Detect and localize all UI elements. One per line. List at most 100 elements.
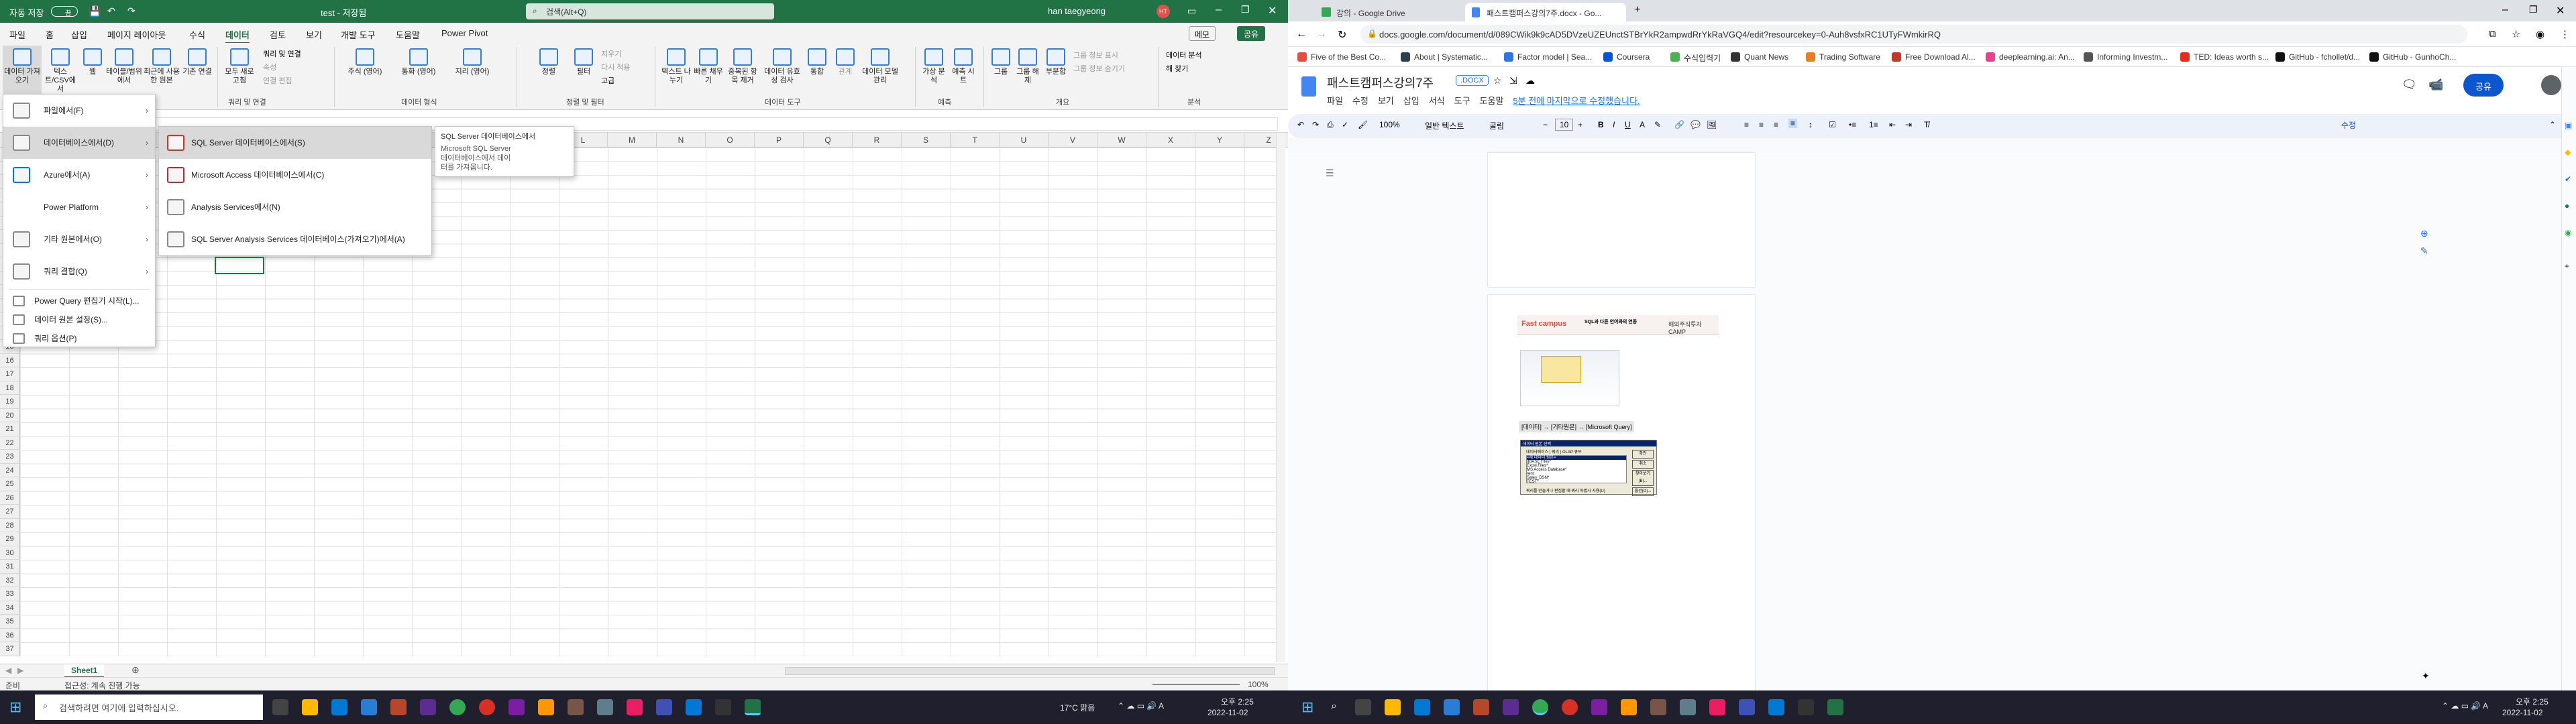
menu-insert[interactable]: 삽입 — [1403, 94, 1419, 107]
bookmark-item[interactable]: TED: Ideas worth s... — [2180, 52, 2269, 62]
terminal-icon[interactable] — [715, 699, 731, 715]
sheet-tab-sheet1[interactable]: Sheet1 — [64, 664, 105, 678]
get-addons-icon[interactable]: + — [2565, 261, 2569, 271]
menu-help[interactable]: 도움말 — [1480, 94, 1504, 107]
numbered-list-icon[interactable]: 1≡ — [1869, 120, 1878, 129]
paint-format-icon[interactable]: 🖌 — [1358, 120, 1368, 129]
powerpoint-icon[interactable] — [390, 699, 407, 715]
maps-icon[interactable]: ◉ — [2565, 228, 2571, 237]
notes-icon[interactable] — [538, 699, 554, 715]
menu-view[interactable]: 보기 — [1378, 94, 1394, 107]
undo-icon[interactable]: ↶ — [107, 5, 115, 17]
horizontal-scrollbar[interactable] — [785, 667, 1275, 675]
row-header[interactable]: 17 — [0, 367, 20, 381]
explore-icon[interactable]: ✦ — [2422, 670, 2430, 682]
link-icon[interactable]: 🔗 — [1674, 120, 1684, 129]
clock-date[interactable]: 2022-11-02 — [2502, 708, 2543, 717]
image-icon[interactable]: 🖼 — [1707, 120, 1717, 129]
what-if-button[interactable]: 가상 분석 — [920, 48, 947, 85]
tab-view[interactable]: 보기 — [306, 28, 322, 41]
indent-increase-icon[interactable]: ⇥ — [1905, 120, 1912, 129]
properties-button[interactable]: 속성 — [263, 62, 276, 72]
weather[interactable]: 17°C 맑음 — [1060, 702, 1095, 713]
row-header[interactable]: 16 — [0, 353, 20, 367]
column-header[interactable]: T — [951, 133, 1000, 147]
from-web-button[interactable]: 웹 — [80, 48, 105, 76]
file-explorer-icon[interactable] — [302, 699, 318, 715]
tray-icons[interactable]: ⌃ ☁ ▭ 🔊 A — [2442, 701, 2488, 711]
column-header[interactable]: P — [755, 133, 804, 147]
app-icon[interactable] — [568, 699, 584, 715]
task-view-icon[interactable] — [272, 699, 288, 715]
align-right-icon[interactable]: ≡ — [1774, 120, 1778, 129]
checklist-icon[interactable]: ☑ — [1829, 120, 1836, 129]
column-header[interactable]: Q — [804, 133, 853, 147]
text-to-columns-button[interactable]: 텍스트 나누기 — [661, 48, 691, 85]
row-header[interactable]: 30 — [0, 546, 20, 560]
clock-time[interactable]: 오후 2:25 — [2516, 696, 2548, 707]
forecast-sheet-button[interactable]: 예측 시트 — [950, 48, 977, 85]
consolidate-button[interactable]: 통합 — [804, 48, 830, 76]
row-header[interactable]: 19 — [0, 395, 20, 409]
contacts-icon[interactable]: ● — [2565, 201, 2569, 210]
align-justify-icon[interactable]: ≡ — [1788, 119, 1798, 128]
tab-power-pivot[interactable]: Power Pivot — [441, 28, 488, 38]
excel-search-input[interactable]: ⌕ 검색(Alt+Q) — [526, 3, 774, 19]
row-header[interactable]: 28 — [0, 518, 20, 532]
cloud-icon[interactable]: ☁ — [1525, 75, 1535, 86]
maximize-icon[interactable]: ❐ — [2529, 4, 2538, 15]
existing-connections-button[interactable]: 기존 연결 — [182, 48, 212, 76]
tab-help[interactable]: 도움말 — [396, 28, 420, 41]
new-tab-icon[interactable]: + — [1634, 4, 1640, 16]
word-icon[interactable] — [1444, 699, 1460, 715]
autosave-toggle[interactable]: 끔 — [51, 6, 78, 17]
decrease-size-icon[interactable]: − — [1543, 120, 1548, 129]
start-icon[interactable]: ⊞ — [9, 699, 21, 716]
close-icon[interactable]: ✕ — [2556, 4, 2565, 17]
ribbon-display-icon[interactable]: ▭ — [1187, 5, 1196, 17]
menu-file[interactable]: 파일 — [1327, 94, 1343, 107]
geography-button[interactable]: 지리 (영어) — [447, 48, 498, 76]
back-icon[interactable]: ← — [1296, 28, 1307, 40]
column-header[interactable]: X — [1146, 133, 1195, 147]
add-sheet-icon[interactable]: ⊕ — [131, 664, 140, 676]
row-header[interactable]: 26 — [0, 491, 20, 505]
subtotal-button[interactable]: 부분합 — [1042, 48, 1069, 76]
hide-detail-button[interactable]: 그룹 정보 숨기기 — [1073, 63, 1125, 74]
column-header[interactable]: V — [1049, 133, 1097, 147]
vscode-icon[interactable] — [1768, 699, 1784, 715]
redo-icon[interactable]: ↷ — [1312, 120, 1319, 129]
bookmark-item[interactable]: Informing Investm... — [2084, 52, 2167, 62]
clear-format-icon[interactable]: T̸ — [1924, 120, 1929, 129]
clear-filter-button[interactable]: 지우기 — [601, 48, 621, 59]
from-text-csv-button[interactable]: 텍스트/CSV에서 — [43, 48, 78, 94]
group-button[interactable]: 그룹 — [989, 48, 1013, 76]
row-header[interactable]: 34 — [0, 601, 20, 615]
row-header[interactable]: 37 — [0, 642, 20, 656]
menu-item-sql-server[interactable]: SQL Server 데이터베이스에서(S) — [159, 127, 431, 159]
tab-file[interactable]: 파일 — [9, 28, 25, 41]
chrome-icon[interactable] — [1532, 699, 1548, 715]
store-icon[interactable] — [1414, 699, 1430, 715]
data-model-button[interactable]: 데이터 모델 관리 — [861, 48, 899, 85]
bookmark-item[interactable]: Coursera — [1603, 52, 1650, 62]
tab-formulas[interactable]: 수식 — [189, 28, 205, 41]
text-color-icon[interactable]: A — [1640, 120, 1645, 129]
app-icon[interactable] — [656, 699, 672, 715]
bookmark-star-icon[interactable]: ☆ — [2512, 28, 2520, 40]
vscode-icon[interactable] — [686, 699, 702, 715]
vertical-scrollbar[interactable] — [1276, 133, 1285, 662]
clock-date[interactable]: 2022-11-02 — [1208, 708, 1248, 717]
data-validation-button[interactable]: 데이터 유효성 검사 — [763, 48, 801, 85]
app-icon[interactable] — [508, 699, 525, 715]
forward-icon[interactable]: → — [1316, 28, 1327, 40]
remove-duplicates-button[interactable]: 중복된 항목 제거 — [726, 48, 759, 85]
edit-links-button[interactable]: 연결 편집 — [263, 75, 292, 86]
menu-item-power-query-editor[interactable]: Power Query 편집기 시작(L)... — [3, 292, 155, 310]
bold-icon[interactable]: B — [1598, 120, 1604, 129]
menu-item-from-azure[interactable]: Azure에서(A) › — [3, 159, 155, 191]
task-view-icon[interactable] — [1355, 699, 1371, 715]
menu-item-combine-queries[interactable]: 쿼리 결합(Q) › — [3, 255, 155, 288]
notes-icon[interactable] — [1621, 699, 1637, 715]
flash-fill-button[interactable]: 빠른 채우기 — [694, 48, 723, 85]
